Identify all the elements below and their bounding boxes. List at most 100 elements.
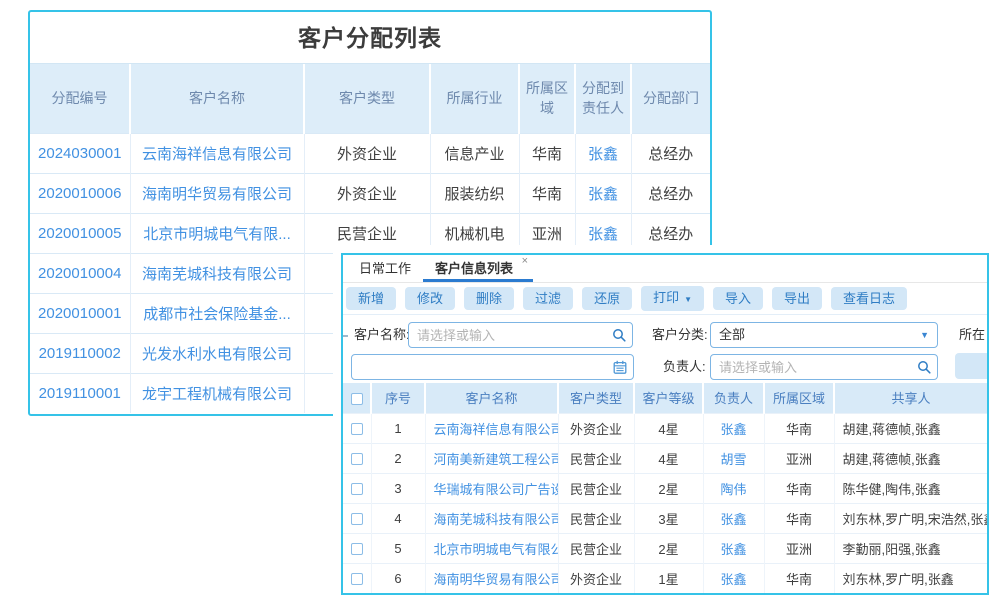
allocation-id-link[interactable]: 2019110001 [39, 385, 121, 402]
allocation-id-link[interactable]: 2020010001 [38, 305, 121, 322]
close-icon[interactable]: × [522, 256, 528, 267]
column-header: 分配编号 [30, 64, 130, 133]
edit-button[interactable]: 修改 [405, 287, 455, 310]
column-header: 客户类型 [304, 64, 430, 133]
shared-people-cell: 胡建,蒋德帧,张鑫 [834, 413, 987, 443]
customer-name-filter-label: 客户名称: [354, 322, 410, 348]
search-icon[interactable] [612, 328, 626, 342]
shared-people-cell: 李勤丽,阳强,张鑫 [834, 533, 987, 563]
customer-name-link[interactable]: 海南明华贸易有限公司 [142, 186, 292, 203]
filter-area: 客户名称: 客户分类: 全部 ▼ 所在 负责人: [343, 315, 987, 383]
print-button[interactable]: 打印 ▼ [641, 286, 704, 311]
column-header: 所属区域 [764, 383, 834, 413]
table-row: 2020010005 北京市明城电气有限... 民营企业 机械机电 亚洲 张鑫 … [30, 213, 710, 253]
tab-label: 客户信息列表 [435, 261, 513, 276]
clipped-label-fragment [343, 335, 348, 337]
allocation-id-link[interactable]: 2024030001 [38, 145, 121, 162]
search-icon[interactable] [917, 360, 931, 374]
owner-link[interactable]: 张鑫 [588, 146, 618, 163]
customer-name-link[interactable]: 河南美新建筑工程公司 [434, 452, 559, 467]
row-number-cell: 5 [371, 533, 425, 563]
industry-cell: 信息产业 [430, 133, 519, 173]
region-cell: 亚洲 [764, 443, 834, 473]
row-number-cell: 4 [371, 503, 425, 533]
selected-option: 全部 [719, 327, 745, 342]
customer-name-link[interactable]: 光发水利水电有限公司 [142, 346, 292, 363]
row-checkbox[interactable] [351, 513, 363, 525]
customer-level-cell: 4星 [634, 413, 703, 443]
customer-table: 序号 客户名称 客户类型 客户等级 负责人 所属区域 共享人 1 云南海祥信息有… [343, 383, 987, 593]
tab-label: 日常工作 [359, 261, 411, 276]
customer-level-cell: 2星 [634, 473, 703, 503]
customer-name-link[interactable]: 云南海祥信息有限公司 [142, 146, 292, 163]
column-header: 所属行业 [430, 64, 519, 133]
tab-daily-work[interactable]: 日常工作 [347, 255, 423, 282]
allocation-id-link[interactable]: 2020010006 [38, 185, 121, 202]
customer-name-link[interactable]: 龙宇工程机械有限公司 [142, 386, 292, 403]
customer-type-cell: 民营企业 [558, 533, 634, 563]
add-button[interactable]: 新增 [346, 287, 396, 310]
customer-level-cell: 1星 [634, 563, 703, 593]
table-row: 5 北京市明城电气有限公司 民营企业 2星 张鑫 亚洲 李勤丽,阳强,张鑫 [343, 533, 987, 563]
owner-filter-label: 负责人: [663, 354, 706, 380]
filter-button[interactable]: 过滤 [523, 287, 573, 310]
page-title: 客户分配列表 [30, 12, 710, 64]
customer-name-link[interactable]: 海南芜城科技有限公司 [434, 512, 559, 527]
restore-button[interactable]: 还原 [582, 287, 632, 310]
owner-link[interactable]: 张鑫 [588, 186, 618, 203]
table-row: 1 云南海祥信息有限公司 外资企业 4星 张鑫 华南 胡建,蒋德帧,张鑫 [343, 413, 987, 443]
date-filter-input[interactable] [351, 354, 634, 380]
row-checkbox[interactable] [351, 453, 363, 465]
print-label: 打印 [653, 290, 679, 305]
calendar-icon[interactable] [613, 360, 627, 374]
clipped-button[interactable] [955, 353, 989, 379]
customer-name-link[interactable]: 北京市明城电气有限公司 [434, 542, 559, 557]
customer-type-cell: 外资企业 [304, 133, 430, 173]
column-header: 分配到责任人 [575, 64, 631, 133]
import-button[interactable]: 导入 [713, 287, 763, 310]
region-cell: 亚洲 [519, 213, 575, 253]
view-log-button[interactable]: 查看日志 [831, 287, 907, 310]
customer-category-select[interactable]: 全部 ▼ [710, 322, 938, 348]
owner-link[interactable]: 张鑫 [720, 422, 746, 437]
customer-type-cell: 民营企业 [558, 443, 634, 473]
export-button[interactable]: 导出 [772, 287, 822, 310]
row-number-cell: 2 [371, 443, 425, 473]
row-checkbox[interactable] [351, 423, 363, 435]
owner-link[interactable]: 张鑫 [720, 572, 746, 587]
owner-link[interactable]: 陶伟 [720, 482, 746, 497]
customer-name-link[interactable]: 成都市社会保险基金... [143, 306, 291, 323]
customer-name-link[interactable]: 云南海祥信息有限公司 [434, 422, 559, 437]
allocation-id-link[interactable]: 2019110002 [39, 345, 121, 362]
tab-customer-info-list[interactable]: 客户信息列表 × [423, 255, 533, 282]
select-all-checkbox[interactable] [351, 393, 363, 405]
customer-name-filter-input[interactable] [408, 322, 633, 348]
owner-filter-input[interactable] [710, 354, 938, 380]
delete-button[interactable]: 删除 [464, 287, 514, 310]
customer-name-link[interactable]: 海南明华贸易有限公司 [434, 572, 559, 587]
region-cell: 华南 [764, 563, 834, 593]
customer-name-link[interactable]: 北京市明城电气有限... [143, 226, 291, 243]
owner-link[interactable]: 张鑫 [720, 542, 746, 557]
customer-level-cell: 3星 [634, 503, 703, 533]
department-cell: 总经办 [631, 173, 710, 213]
caret-down-icon: ▼ [684, 295, 692, 304]
customer-level-cell: 4星 [634, 443, 703, 473]
customer-name-link[interactable]: 华瑞城有限公司广告设计部 [434, 482, 559, 497]
owner-link[interactable]: 张鑫 [720, 512, 746, 527]
column-header: 客户名称 [425, 383, 558, 413]
allocation-id-link[interactable]: 2020010005 [38, 225, 121, 242]
owner-link[interactable]: 张鑫 [588, 226, 618, 243]
shared-people-cell: 陈华健,陶伟,张鑫 [834, 473, 987, 503]
column-header: 负责人 [703, 383, 764, 413]
row-checkbox[interactable] [351, 483, 363, 495]
allocation-id-link[interactable]: 2020010004 [38, 265, 121, 282]
row-checkbox[interactable] [351, 573, 363, 585]
industry-cell: 机械机电 [430, 213, 519, 253]
region-cell: 华南 [764, 473, 834, 503]
customer-type-cell: 民营企业 [558, 473, 634, 503]
row-checkbox[interactable] [351, 543, 363, 555]
customer-name-link[interactable]: 海南芜城科技有限公司 [142, 266, 292, 283]
owner-link[interactable]: 胡雪 [720, 452, 746, 467]
caret-down-icon: ▼ [920, 323, 929, 347]
